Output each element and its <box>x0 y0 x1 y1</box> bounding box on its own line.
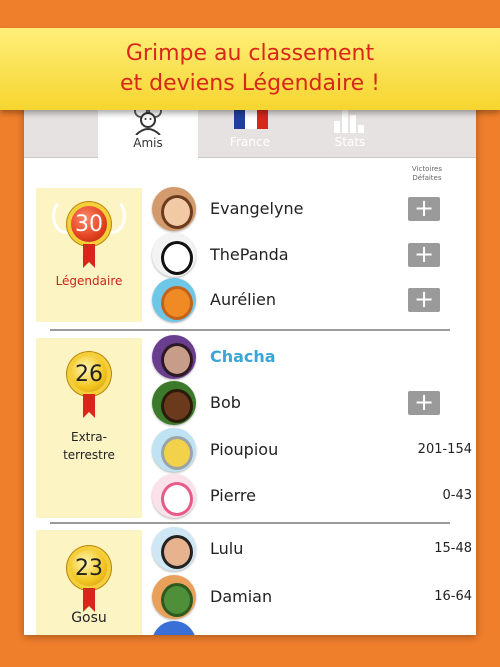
add-friend-button[interactable]: + <box>408 196 440 221</box>
tab-stats-label: Stats <box>334 135 366 149</box>
player-name: Lulu <box>210 539 244 558</box>
column-header-losses: Défaites <box>412 174 442 182</box>
tier-name-line-1: Extra- <box>70 430 107 444</box>
add-friend-button[interactable]: + <box>408 242 440 267</box>
level-medal: 30 <box>67 202 111 268</box>
leaderboard-card: Amis France Stats Victoires Défaites 30 <box>24 95 476 635</box>
column-header-wins: Victoires <box>411 165 442 173</box>
column-header: Victoires Défaites <box>412 165 442 183</box>
player-row[interactable]: ThePanda + <box>152 233 472 279</box>
level-medal: 26 <box>67 352 111 418</box>
avatar <box>152 381 196 425</box>
france-flag-icon <box>234 107 268 129</box>
add-friend-button[interactable]: + <box>408 287 440 312</box>
tier-panel-gosu: 23 Gosu <box>36 530 142 635</box>
level-number: 23 <box>71 550 107 586</box>
add-friend-button[interactable]: + <box>408 390 440 415</box>
level-number: 26 <box>71 356 107 392</box>
medal-ribbon-icon <box>83 394 95 418</box>
tier-name: Gosu <box>71 610 107 626</box>
win-loss-score: 16-64 <box>434 589 472 604</box>
player-name: ThePanda <box>210 245 289 264</box>
win-loss-score: 0-43 <box>442 488 472 503</box>
avatar <box>152 187 196 231</box>
player-row[interactable]: Bob + <box>152 381 472 427</box>
player-name: Damian <box>210 587 273 606</box>
player-name: Pioupiou <box>210 440 279 459</box>
win-loss-score: 15-48 <box>434 541 472 556</box>
promo-banner: Grimpe au classement et deviens Légendai… <box>0 28 500 110</box>
banner-line-2: et deviens Légendaire ! <box>119 71 381 96</box>
player-name: Evangelyne <box>210 199 304 218</box>
banner-line-1: Grimpe au classement <box>125 41 375 66</box>
player-row[interactable]: Pierre 0-43 <box>152 474 472 520</box>
player-row-current-user[interactable]: Chacha <box>152 335 472 381</box>
avatar <box>152 278 196 322</box>
level-medal: 23 <box>67 546 111 612</box>
avatar <box>152 233 196 277</box>
tier-panel-legendaire: 30 Légendaire <box>36 188 142 322</box>
tier-panel-extraterrestre: 26 Extra- terrestre <box>36 338 142 518</box>
tab-amis-label: Amis <box>133 136 163 150</box>
player-row[interactable]: Evangelyne + <box>152 187 472 233</box>
medal-ribbon-icon <box>83 588 95 612</box>
player-name: Aurélien <box>210 290 277 309</box>
player-row[interactable]: Damian 16-64 <box>152 575 472 621</box>
avatar <box>152 428 196 472</box>
level-number: 30 <box>71 206 107 242</box>
tier-divider <box>50 522 450 524</box>
tier-name: Légendaire <box>55 274 123 288</box>
tier-divider <box>50 329 450 331</box>
tier-name-line-2: terrestre <box>63 448 115 462</box>
player-name: Pierre <box>210 486 256 505</box>
avatar <box>152 335 196 379</box>
win-loss-score: 201-154 <box>417 442 472 457</box>
player-name: Bob <box>210 393 241 412</box>
avatar <box>152 474 196 518</box>
medal-ribbon-icon <box>83 244 95 268</box>
avatar <box>152 575 196 619</box>
tab-france-label: France <box>230 135 270 149</box>
player-row-partial[interactable] <box>152 621 472 635</box>
avatar <box>152 621 196 635</box>
player-row[interactable]: Pioupiou 201-154 <box>152 428 472 474</box>
avatar <box>152 527 196 571</box>
player-row[interactable]: Lulu 15-48 <box>152 527 472 573</box>
player-name: Chacha <box>210 347 276 366</box>
player-row[interactable]: Aurélien + <box>152 278 472 324</box>
